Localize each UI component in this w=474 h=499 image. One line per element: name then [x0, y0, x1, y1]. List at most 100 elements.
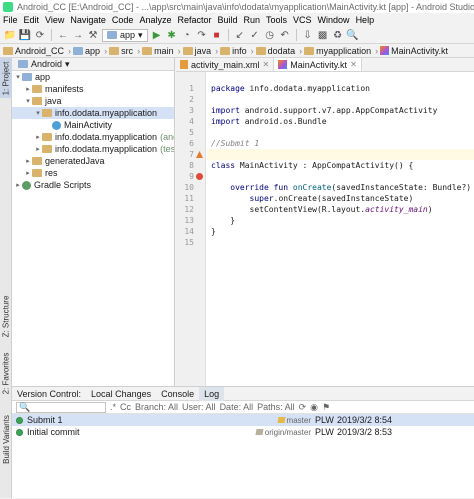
paths-filter[interactable]: Paths: All [257, 402, 295, 412]
tree-item[interactable]: ▾ java [12, 95, 174, 107]
vcs-history-icon[interactable]: ◷ [264, 29, 276, 41]
editor-tab[interactable]: activity_main.xml ✕ [176, 58, 275, 71]
tool-tab-structure[interactable]: Z: Structure [0, 290, 12, 342]
menu-item-run[interactable]: Run [241, 15, 264, 25]
breadcrumb-item[interactable]: myapplication › [304, 46, 380, 56]
breadcrumb-item[interactable]: dodata › [255, 46, 305, 56]
breadcrumb-item[interactable]: MainActivity.kt [380, 46, 450, 56]
expand-down-icon[interactable]: ▾ [24, 97, 32, 105]
open-folder-icon[interactable]: 📁 [4, 29, 16, 41]
breadcrumb-item[interactable]: java › [182, 45, 221, 56]
chevron-down-icon: ▾ [138, 29, 143, 40]
vcs-update-icon[interactable]: ↙ [234, 29, 246, 41]
back-icon[interactable]: ← [57, 29, 69, 41]
code-area[interactable]: 1 2 3 4 5 6 7 8 9 10 11 12 13 14 15 package info.dodat… [176, 72, 474, 386]
menu-item-file[interactable]: File [0, 15, 21, 25]
tool-tab-favorites[interactable]: 2: Favorites [0, 350, 12, 396]
sdk-manager-icon[interactable]: ⇩ [302, 29, 314, 41]
commit-row[interactable]: Initial commit origin/master PLW 2019/3/2 8… [12, 426, 474, 438]
regex-icon[interactable]: .* [110, 402, 116, 412]
commit-row[interactable]: Submit 1 master PLW 2019/3/2 8:54 [12, 414, 474, 426]
vc-tab[interactable]: Console [156, 387, 199, 401]
profile-icon[interactable]: ◔ [181, 29, 193, 41]
line-number: 14 [184, 227, 194, 236]
menu-item-window[interactable]: Window [315, 15, 353, 25]
refresh-icon[interactable]: ⟳ [299, 402, 307, 413]
tool-tab-build-variants[interactable]: Build Variants [0, 410, 12, 468]
expand-down-icon[interactable]: ▾ [34, 109, 42, 117]
override-marker-icon[interactable] [196, 173, 203, 180]
expand-down-icon[interactable]: ▾ [14, 73, 22, 81]
vcs-commit-icon[interactable]: ✓ [249, 29, 261, 41]
breadcrumb: Android_CC › app › src › main › java › info › dodata… [0, 44, 474, 58]
expand-right-icon[interactable]: ▸ [24, 157, 32, 165]
close-icon[interactable]: ✕ [263, 60, 270, 69]
close-icon[interactable]: ✕ [350, 60, 357, 69]
tree-item[interactable]: MainActivity [12, 119, 174, 131]
menu-item-tools[interactable]: Tools [263, 15, 290, 25]
menu-item-vcs[interactable]: VCS [290, 15, 315, 25]
vc-tab[interactable]: Local Changes [86, 387, 156, 401]
tag-icon[interactable]: ⚑ [322, 402, 330, 413]
tree-item[interactable]: ▾ info.dodata.myapplication [12, 107, 174, 119]
stop-icon[interactable]: ■ [211, 29, 223, 41]
log-search-input[interactable]: 🔍 [16, 401, 106, 413]
user-filter[interactable]: User: All [182, 402, 216, 412]
breadcrumb-item[interactable]: app › [73, 46, 109, 56]
attach-debugger-icon[interactable]: ↷ [196, 29, 208, 41]
tree-item[interactable]: ▸ res [12, 167, 174, 179]
breadcrumb-item[interactable]: src › [109, 46, 142, 56]
tree-item[interactable]: ▸ manifests [12, 83, 174, 95]
save-icon[interactable]: 💾 [19, 29, 31, 41]
debug-icon[interactable]: ✱ [166, 29, 178, 41]
tree-item[interactable]: ▸ info.dodata.myapplication(androidTest) [12, 131, 174, 143]
breadcrumb-label: java [194, 45, 212, 56]
run-icon[interactable]: ▶ [151, 29, 163, 41]
menu-item-navigate[interactable]: Navigate [67, 15, 109, 25]
project-view-selector[interactable]: Android ▾ [12, 58, 174, 71]
menu-item-edit[interactable]: Edit [21, 15, 43, 25]
menu-item-refactor[interactable]: Refactor [174, 15, 214, 25]
expand-right-icon[interactable]: ▸ [34, 145, 42, 153]
case-icon[interactable]: Cc [120, 402, 131, 412]
breadcrumb-item[interactable]: info › [220, 46, 256, 56]
expand-right-icon[interactable]: ▸ [24, 85, 32, 93]
menu-item-help[interactable]: Help [353, 15, 378, 25]
editor-tab[interactable]: MainActivity.kt ✕ [274, 58, 362, 71]
menu-item-view[interactable]: View [42, 15, 67, 25]
forward-icon[interactable]: → [72, 29, 84, 41]
expand-right-icon[interactable]: ▸ [24, 169, 32, 177]
commit-date: 2019/3/2 8:53 [337, 427, 393, 437]
tree-item[interactable]: ▾ app [12, 71, 174, 83]
menu-item-analyze[interactable]: Analyze [136, 15, 174, 25]
cherry-pick-icon[interactable]: ◉ [310, 402, 318, 413]
date-filter[interactable]: Date: All [220, 402, 254, 412]
breadcrumb-item[interactable]: main › [142, 46, 183, 56]
code-line: import android.support.v7.app.AppCompatA… [211, 106, 438, 115]
menu-item-build[interactable]: Build [214, 15, 240, 25]
branch-ref-label: master [286, 415, 311, 425]
avd-manager-icon[interactable]: ▩ [317, 29, 329, 41]
expand-right-icon[interactable]: ▸ [14, 181, 22, 189]
gradle-sync-icon[interactable]: ♻ [332, 29, 344, 41]
vc-tab[interactable]: Log [199, 386, 225, 401]
revert-icon[interactable]: ↶ [279, 29, 291, 41]
tree-item[interactable]: ▸ Gradle Scripts [12, 179, 174, 191]
tree-item-label: app [35, 72, 51, 82]
expand-right-icon[interactable]: ▸ [34, 133, 42, 141]
tool-tab-project[interactable]: 1: Project [0, 58, 12, 98]
tree-item[interactable]: ▸ info.dodata.myapplication(test) [12, 143, 174, 155]
vc-tab: Version Control: [17, 388, 82, 399]
editor-tab-label: MainActivity.kt [290, 59, 348, 70]
branch-filter[interactable]: Branch: All [135, 402, 178, 412]
run-configuration-select[interactable]: app ▾ [102, 28, 148, 42]
sync-icon[interactable]: ⟳ [34, 29, 46, 41]
search-everywhere-icon[interactable]: 🔍 [346, 29, 358, 41]
package-icon [42, 109, 52, 117]
breadcrumb-item[interactable]: Android_CC › [3, 46, 73, 56]
toolbar-separator [227, 29, 229, 41]
tree-item[interactable]: ▸ generatedJava [12, 155, 174, 167]
module-icon [107, 31, 117, 39]
menu-item-code[interactable]: Code [109, 15, 137, 25]
make-project-icon[interactable]: ⚒ [87, 29, 99, 41]
